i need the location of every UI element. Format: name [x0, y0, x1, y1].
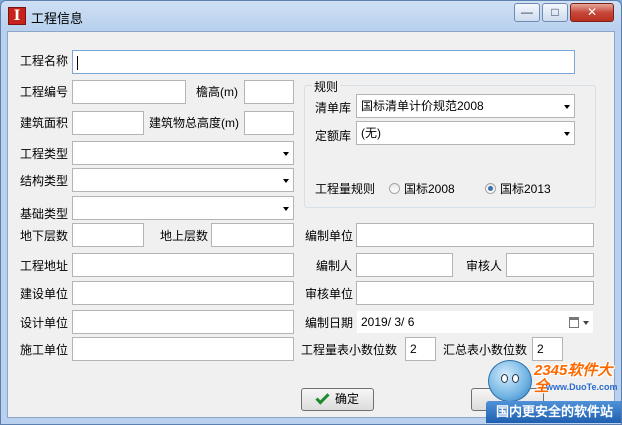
mascot-eye-icon [501, 374, 508, 383]
builder-unit-input[interactable] [72, 337, 294, 361]
project-address-label: 工程地址 [20, 259, 69, 273]
compile-date-picker[interactable]: 2019/ 3/ 6 [356, 310, 594, 334]
underground-floors-input[interactable] [72, 223, 144, 247]
project-type-select[interactable] [72, 141, 294, 165]
reviewer-input[interactable] [506, 253, 594, 277]
ok-button-label: 确定 [334, 392, 359, 406]
summary-decimals-input[interactable]: 2 [532, 337, 563, 361]
mascot-eye-icon [512, 374, 519, 383]
building-total-height-input[interactable] [244, 111, 294, 135]
watermark-slogan: 国内更安全的软件站 [486, 401, 621, 423]
foundation-type-select[interactable] [72, 196, 294, 220]
quota-library-select[interactable]: (无) [356, 121, 575, 145]
compile-date-value: 2019/ 3/ 6 [361, 315, 415, 329]
radio-gb2008-label[interactable]: 国标2008 [404, 182, 455, 196]
eave-height-label: 檐高(m) [196, 85, 238, 99]
minimize-button[interactable]: — [514, 3, 540, 22]
project-number-input[interactable] [72, 80, 186, 104]
list-library-label: 清单库 [315, 101, 352, 115]
chevron-down-icon [283, 179, 289, 183]
window-title: 工程信息 [31, 11, 84, 26]
quota-library-value: (无) [361, 126, 381, 140]
maximize-button[interactable]: □ [542, 3, 568, 22]
quota-library-label: 定额库 [315, 129, 352, 143]
building-area-input[interactable] [72, 111, 144, 135]
project-name-input[interactable] [72, 50, 575, 74]
construction-unit-label: 建设单位 [20, 287, 69, 301]
compiler-label: 编制人 [316, 259, 353, 273]
app-logo-icon: I [8, 7, 26, 25]
structure-type-label: 结构类型 [20, 174, 69, 188]
review-unit-label: 审核单位 [305, 287, 354, 301]
chevron-down-icon[interactable] [583, 321, 589, 325]
building-total-height-label: 建筑物总高度(m) [149, 116, 239, 130]
eave-height-input[interactable] [244, 80, 294, 104]
watermark-mascot-icon [488, 360, 532, 402]
compiling-unit-label: 编制单位 [305, 229, 354, 243]
watermark-url: www.DuoTe.com [546, 382, 618, 392]
construction-unit-input[interactable] [72, 281, 294, 305]
above-ground-floors-label: 地上层数 [160, 229, 209, 243]
chevron-down-icon [564, 132, 570, 136]
dialog-body: 工程名称 工程编号 檐高(m) 建筑面积 建筑物总高度(m) 工程类型 结构类型… [7, 31, 615, 418]
design-unit-input[interactable] [72, 310, 294, 334]
checkmark-icon [315, 390, 330, 405]
chevron-down-icon [283, 152, 289, 156]
project-address-input[interactable] [72, 253, 294, 277]
radio-gb2008[interactable] [389, 183, 400, 194]
reviewer-label: 审核人 [466, 259, 503, 273]
builder-unit-label: 施工单位 [20, 343, 69, 357]
project-number-label: 工程编号 [20, 85, 69, 99]
project-name-label: 工程名称 [20, 54, 69, 68]
list-library-select[interactable]: 国标清单计价规范2008 [356, 94, 575, 118]
project-type-label: 工程类型 [20, 147, 69, 161]
underground-floors-label: 地下层数 [20, 229, 69, 243]
chevron-down-icon [564, 105, 570, 109]
ok-button[interactable]: 确定 [301, 388, 374, 411]
above-ground-floors-input[interactable] [211, 223, 294, 247]
title-bar[interactable]: I 工程信息 — □ ✕ [1, 1, 621, 31]
close-button[interactable]: ✕ [570, 3, 614, 22]
text-caret [77, 55, 78, 70]
compile-date-label: 编制日期 [305, 316, 354, 330]
structure-type-select[interactable] [72, 168, 294, 192]
quantity-rule-label: 工程量规则 [315, 182, 376, 196]
compiler-input[interactable] [356, 253, 453, 277]
foundation-type-label: 基础类型 [20, 207, 69, 221]
list-library-value: 国标清单计价规范2008 [361, 99, 484, 113]
design-unit-label: 设计单位 [20, 316, 69, 330]
building-area-label: 建筑面积 [20, 116, 69, 130]
quantity-decimals-input[interactable]: 2 [405, 337, 436, 361]
calendar-icon[interactable] [569, 317, 579, 328]
summary-decimals-label: 汇总表小数位数 [443, 343, 528, 357]
chevron-down-icon [283, 207, 289, 211]
radio-gb2013-label[interactable]: 国标2013 [500, 182, 551, 196]
rules-group-title: 规则 [312, 78, 341, 95]
quantity-decimals-label: 工程量表小数位数 [301, 343, 398, 357]
radio-gb2013[interactable] [485, 183, 496, 194]
review-unit-input[interactable] [356, 281, 594, 305]
project-info-dialog: I 工程信息 — □ ✕ 工程名称 工程编号 檐高(m) 建筑面积 建筑物总高度… [0, 0, 622, 425]
compiling-unit-input[interactable] [356, 223, 594, 247]
